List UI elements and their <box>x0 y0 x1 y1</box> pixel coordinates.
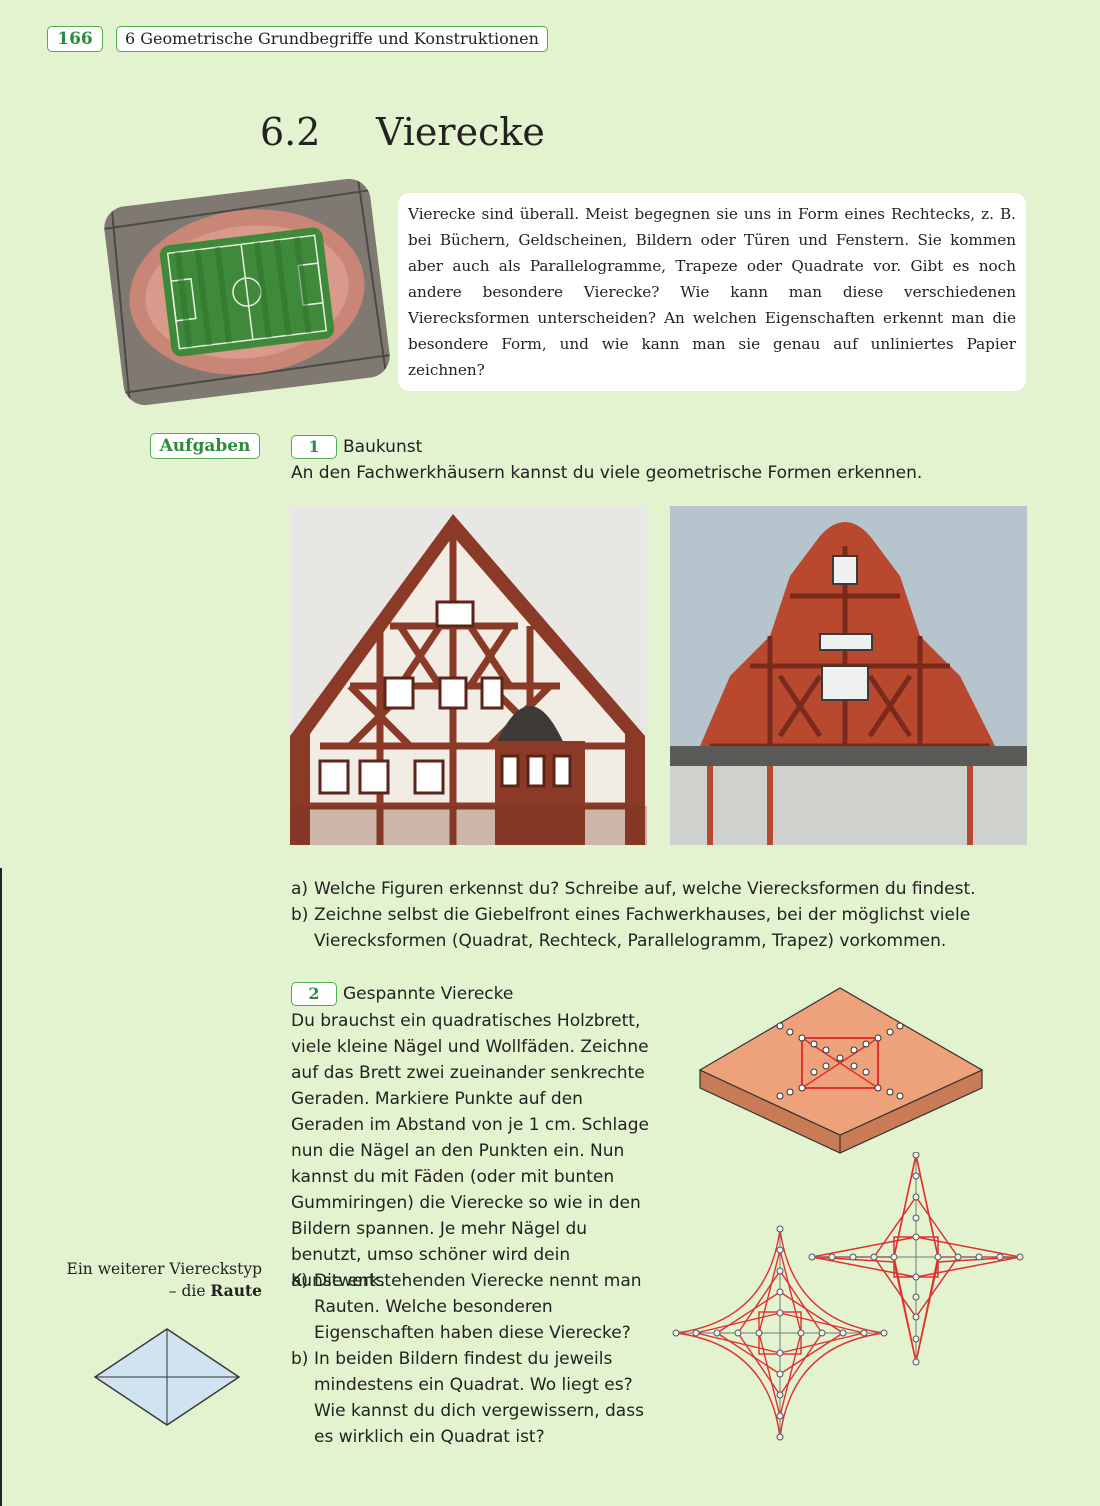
task-1-number: 1 <box>291 435 337 459</box>
page-number: 166 <box>47 26 103 52</box>
side-note-line-2: – die Raute <box>60 1280 262 1302</box>
side-note: Ein weiterer Viereckstyp – die Raute <box>60 1259 262 1302</box>
margin-rule <box>0 868 2 1506</box>
intro-text: Vierecke sind überall. Meist begegnen si… <box>398 193 1026 391</box>
task-1-intro: An den Fachwerkhäusern kannst du viele g… <box>291 463 923 483</box>
task-1-item-a: a) Welche Figuren erkennst du? Schreibe … <box>291 876 1011 902</box>
task-2-item-a: a) Die entstehenden Vierecke nennt man R… <box>291 1268 651 1346</box>
item-label: b) <box>291 905 309 925</box>
string-art-star-right <box>808 1152 1024 1366</box>
item-text: Die entstehenden Vierecke nennt man Raut… <box>314 1271 642 1343</box>
stadium-photo <box>101 176 393 408</box>
side-note-raute: Raute <box>210 1281 262 1300</box>
section-title: Vierecke <box>376 110 545 154</box>
chapter-heading: 6 Geometrische Grundbegriffe und Konstru… <box>116 26 548 52</box>
rhombus-figure <box>93 1328 241 1426</box>
task-2-title: Gespannte Vierecke <box>343 984 514 1004</box>
side-note-prefix: – die <box>168 1282 211 1300</box>
task-2-items: a) Die entstehenden Vierecke nennt man R… <box>291 1268 651 1450</box>
task-2-item-b: b) In beiden Bildern findest du jeweils … <box>291 1346 651 1450</box>
aufgaben-label: Aufgaben <box>150 433 260 459</box>
task-1-items: a) Welche Figuren erkennst du? Schreibe … <box>291 876 1011 954</box>
timber-house-photo-1 <box>290 506 647 845</box>
item-label: a) <box>291 879 309 899</box>
side-note-line-1: Ein weiterer Viereckstyp <box>66 1260 262 1278</box>
item-label: a) <box>291 1271 309 1291</box>
task-1-title: Baukunst <box>343 437 423 457</box>
item-label: b) <box>291 1349 309 1369</box>
section-number: 6.2 <box>260 110 321 154</box>
nail-board-illustration <box>698 987 984 1154</box>
task-1-item-b: b) Zeichne selbst die Giebelfront eines … <box>291 902 1011 954</box>
item-text: In beiden Bildern findest du jeweils min… <box>314 1349 644 1447</box>
timber-house-photo-2 <box>670 506 1027 845</box>
task-2-number: 2 <box>291 982 337 1006</box>
item-text: Welche Figuren erkennst du? Schreibe auf… <box>314 879 976 899</box>
item-text: Zeichne selbst die Giebelfront eines Fac… <box>314 905 971 951</box>
task-2-intro: Du brauchst ein quadratisches Holzbrett,… <box>291 1011 649 1291</box>
